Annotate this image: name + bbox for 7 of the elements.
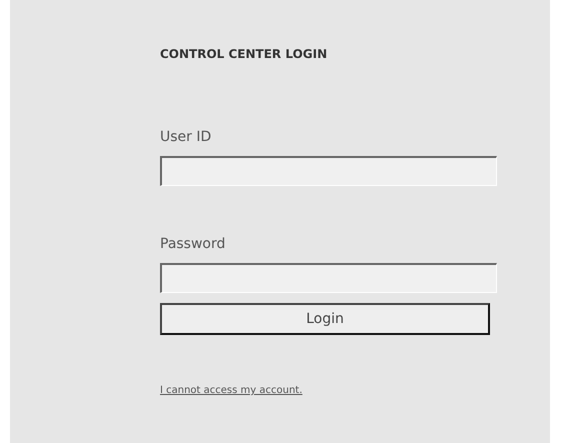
field-label: User ID (160, 129, 212, 145)
account-help-link[interactable]: I cannot access my account. (160, 385, 302, 396)
input-field[interactable] (160, 156, 497, 186)
input-field[interactable] (160, 263, 497, 293)
page-title: CONTROL CENTER LOGIN (160, 47, 328, 61)
login-button[interactable]: Login (160, 303, 490, 335)
field-label: Password (160, 236, 226, 252)
